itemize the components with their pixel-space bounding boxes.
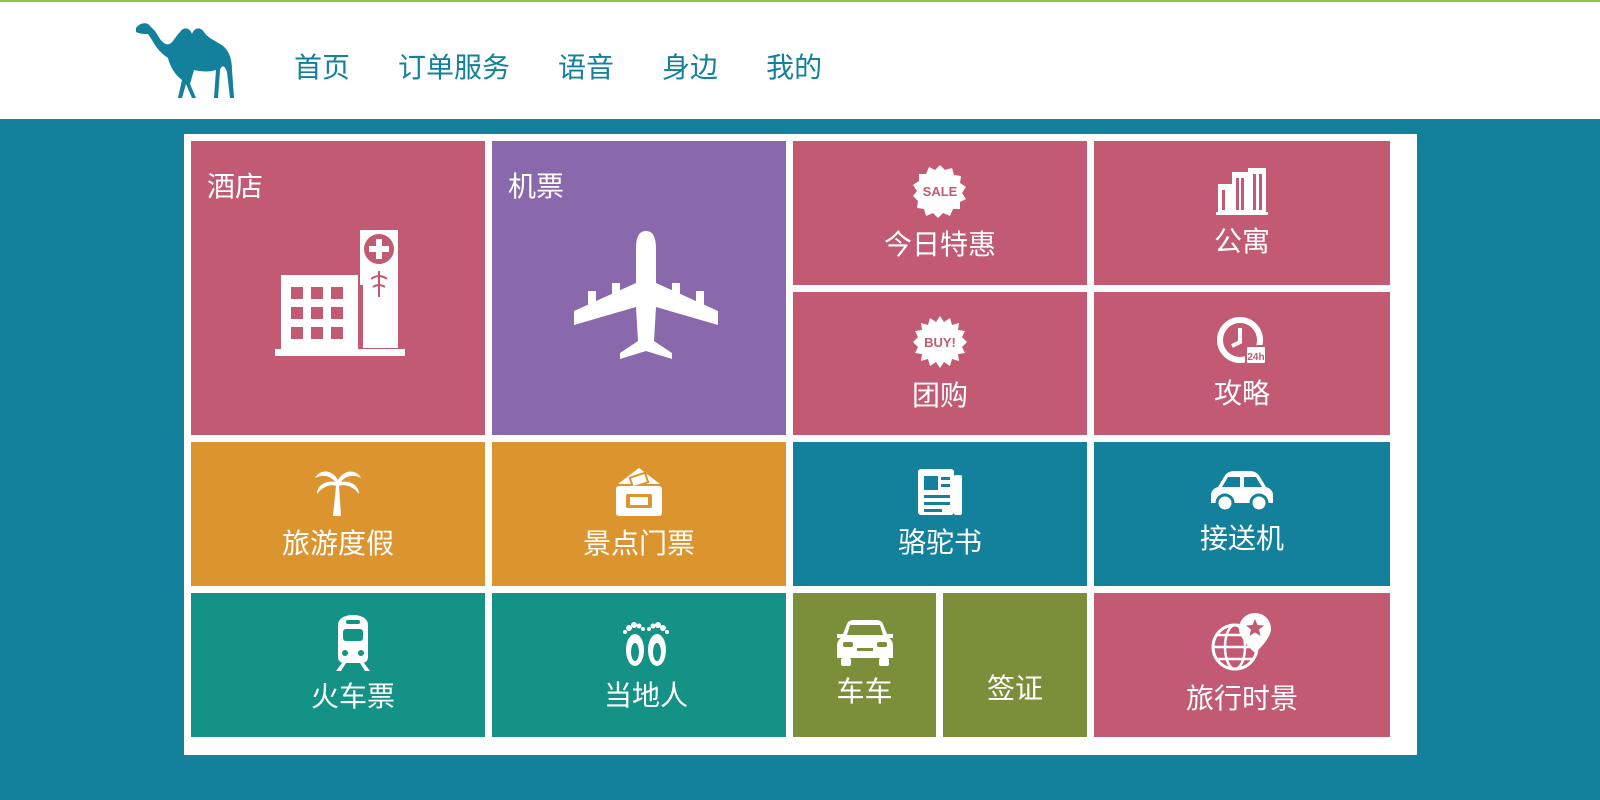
camel-logo[interactable] xyxy=(134,20,240,102)
tile-hotel-label: 酒店 xyxy=(207,170,264,203)
sale-badge-text: SALE xyxy=(923,184,958,199)
tile-vacation[interactable]: 旅游度假 xyxy=(191,442,485,586)
tile-flight-label: 机票 xyxy=(508,170,565,203)
tile-locals-label: 当地人 xyxy=(603,679,688,712)
buy-badge-icon: BUY! xyxy=(912,314,968,370)
tile-car[interactable]: 车车 xyxy=(793,593,936,737)
footprints-icon xyxy=(620,616,672,670)
tile-travel-moments[interactable]: 旅行时景 xyxy=(1094,593,1390,737)
tile-flight[interactable]: 机票 xyxy=(492,141,786,435)
airplane-icon xyxy=(572,229,720,361)
newspaper-icon xyxy=(916,467,964,517)
service-grid: 酒店 机票 SALE 今日特惠 公寓 BUY! 团购 24h 攻略 旅游度假 景… xyxy=(184,134,1417,755)
clock-badge-text: 24h xyxy=(1247,352,1264,363)
car-icon xyxy=(1210,471,1274,513)
train-icon xyxy=(332,615,374,671)
clock-24h-icon: 24h xyxy=(1216,316,1268,368)
tile-camel-book-label: 骆驼书 xyxy=(897,526,982,559)
nav-item-nearby[interactable]: 身边 xyxy=(662,46,718,86)
nav-item-voice[interactable]: 语音 xyxy=(558,46,614,86)
tile-deals-label: 今日特惠 xyxy=(883,228,996,261)
tile-apartment-label: 公寓 xyxy=(1213,225,1270,258)
tile-airport-transfer[interactable]: 接送机 xyxy=(1094,442,1390,586)
globe-pin-icon xyxy=(1211,613,1273,673)
sale-tag-icon: SALE xyxy=(912,163,968,219)
tile-airport-transfer-label: 接送机 xyxy=(1199,522,1284,555)
tile-car-label: 车车 xyxy=(836,675,893,708)
nav-item-home[interactable]: 首页 xyxy=(294,46,350,86)
tile-locals[interactable]: 当地人 xyxy=(492,593,786,737)
header-bar: 首页 订单服务 语音 身边 我的 xyxy=(0,2,1600,119)
hospital-building-icon xyxy=(275,225,405,359)
tile-train-tickets[interactable]: 火车票 xyxy=(191,593,485,737)
tile-camel-book[interactable]: 骆驼书 xyxy=(793,442,1087,586)
tile-travel-moments-label: 旅行时景 xyxy=(1185,682,1298,715)
tile-group-buy-label: 团购 xyxy=(911,378,968,412)
tile-train-tickets-label: 火车票 xyxy=(310,680,395,713)
tile-apartment[interactable]: 公寓 xyxy=(1094,141,1390,285)
tile-visa[interactable]: 签证 xyxy=(943,593,1087,737)
tile-deals[interactable]: SALE 今日特惠 xyxy=(793,141,1087,285)
nav-item-orders[interactable]: 订单服务 xyxy=(398,46,510,86)
tile-guide-label: 攻略 xyxy=(1213,376,1270,410)
apartment-buildings-icon xyxy=(1216,166,1268,216)
car-front-icon xyxy=(835,620,895,666)
tile-guide[interactable]: 24h 攻略 xyxy=(1094,292,1390,435)
palm-tree-icon xyxy=(313,466,363,518)
main-nav: 首页 订单服务 语音 身边 我的 xyxy=(294,46,870,86)
tile-attraction-tickets-label: 景点门票 xyxy=(582,527,695,560)
tile-vacation-label: 旅游度假 xyxy=(281,527,394,560)
nav-item-mine[interactable]: 我的 xyxy=(766,46,822,86)
tile-visa-label: 签证 xyxy=(986,672,1043,705)
tile-attraction-tickets[interactable]: 景点门票 xyxy=(492,442,786,586)
buy-badge-text: BUY! xyxy=(924,335,956,350)
tile-group-buy[interactable]: BUY! 团购 xyxy=(793,292,1087,435)
tile-hotel[interactable]: 酒店 xyxy=(191,141,485,435)
ticket-icon xyxy=(614,466,664,518)
